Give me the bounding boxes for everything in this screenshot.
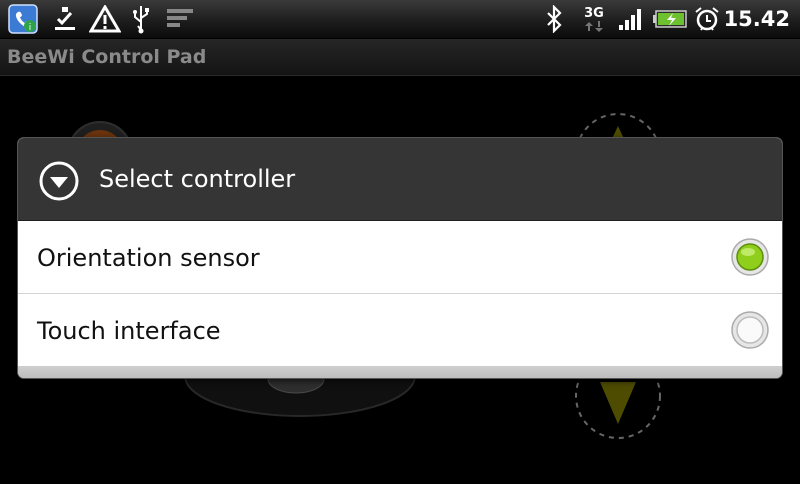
radio-unselected-icon[interactable]: [730, 310, 770, 350]
app-title: BeeWi Control Pad: [7, 46, 207, 68]
usb-icon: [128, 4, 154, 34]
clock-time: 15.42: [723, 7, 790, 31]
dialog-footer: [18, 366, 782, 378]
option-label: Orientation sensor: [37, 244, 260, 272]
warning-icon: [88, 4, 122, 34]
option-orientation-sensor[interactable]: Orientation sensor: [18, 221, 782, 293]
phone-app-icon: i: [6, 4, 40, 34]
download-complete-icon: [50, 4, 80, 34]
radio-selected-icon[interactable]: [730, 237, 770, 277]
chevron-down-circle-icon: [38, 160, 80, 202]
signal-strength-icon: [616, 4, 646, 34]
alarm-clock-icon: [692, 4, 722, 34]
dialog-header: Select controller: [18, 138, 782, 221]
select-controller-dialog: Select controller Orientation sensor Tou…: [18, 138, 782, 378]
svg-text:3G: 3G: [584, 6, 604, 21]
3g-data-icon: 3G: [578, 4, 610, 34]
bluetooth-icon: [542, 4, 566, 34]
signal-meter-icon: [164, 4, 196, 34]
battery-charging-icon: [652, 4, 690, 34]
option-label: Touch interface: [37, 317, 221, 345]
status-bar: i 3G 15.42: [0, 0, 800, 39]
app-title-bar: BeeWi Control Pad: [0, 39, 800, 76]
dialog-title: Select controller: [99, 165, 296, 193]
option-touch-interface[interactable]: Touch interface: [18, 294, 782, 366]
svg-text:i: i: [29, 23, 32, 33]
